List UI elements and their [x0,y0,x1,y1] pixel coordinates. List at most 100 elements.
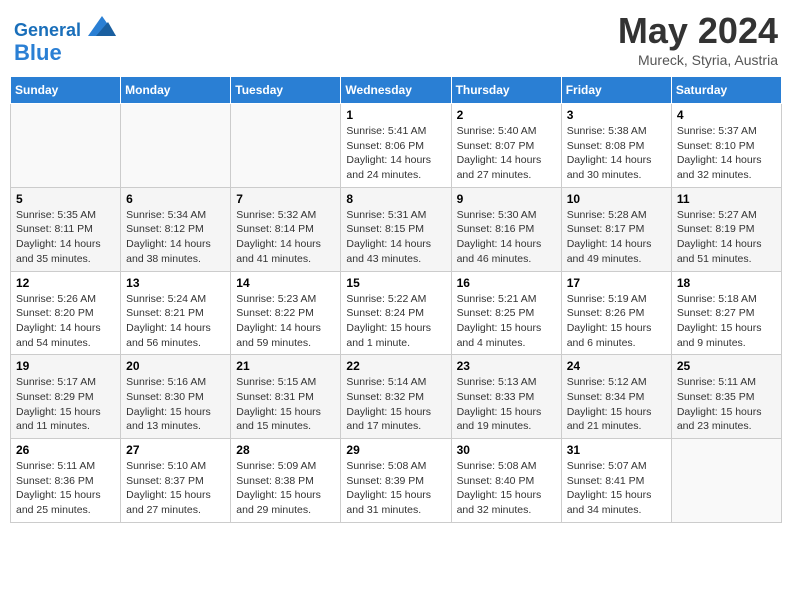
calendar-cell: 20Sunrise: 5:16 AM Sunset: 8:30 PM Dayli… [121,355,231,439]
calendar-cell: 17 Sunrise: 5:19 AM Sunset: 8:26 PM Dayli… [561,271,671,355]
day-number: 28 [236,443,335,457]
header: General Blue May 2024 Mureck, Styria, Au… [10,10,782,68]
calendar-subtitle: Mureck, Styria, Austria [618,52,778,68]
day-number: 26 [16,443,115,457]
calendar-cell: 6Sunrise: 5:34 AM Sunset: 8:12 PM Daylig… [121,187,231,271]
day-number: 23 [457,359,556,373]
day-info: Sunrise: 5:11 AM Sunset: 8:36 PM Dayligh… [16,459,115,518]
calendar-cell: 28 Sunrise: 5:09 AM Sunset: 8:38 PM Dayli… [231,439,341,523]
calendar-cell: 16 Sunrise: 5:21 AM Sunset: 8:25 PM Dayli… [451,271,561,355]
calendar-cell: 27 Sunrise: 5:10 AM Sunset: 8:37 PM Dayli… [121,439,231,523]
calendar-cell: 3Sunrise: 5:38 AM Sunset: 8:08 PM Daylig… [561,104,671,188]
day-number: 16 [457,276,556,290]
day-number: 2 [457,108,556,122]
day-number: 11 [677,192,776,206]
calendar-cell: 7Sunrise: 5:32 AM Sunset: 8:14 PM Daylig… [231,187,341,271]
day-info: Sunrise: 5:15 AM Sunset: 8:31 PM Dayligh… [236,375,335,434]
day-info: Sunrise: 5:09 AM Sunset: 8:38 PM Dayligh… [236,459,335,518]
day-number: 5 [16,192,115,206]
calendar-cell: 4 Sunrise: 5:37 AM Sunset: 8:10 PM Daylig… [671,104,781,188]
calendar-cell [231,104,341,188]
calendar-cell: 2 Sunrise: 5:40 AM Sunset: 8:07 PM Daylig… [451,104,561,188]
title-area: May 2024 Mureck, Styria, Austria [618,10,778,68]
day-info: Sunrise: 5:08 AM Sunset: 8:39 PM Dayligh… [346,459,445,518]
day-number: 17 [567,276,666,290]
calendar-cell: 19 Sunrise: 5:17 AM Sunset: 8:29 PM Dayli… [11,355,121,439]
day-number: 18 [677,276,776,290]
calendar-cell: 23 Sunrise: 5:13 AM Sunset: 8:33 PM Dayli… [451,355,561,439]
day-number: 29 [346,443,445,457]
day-header-monday: Monday [121,77,231,104]
day-number: 1 [346,108,445,122]
day-number: 9 [457,192,556,206]
day-info: Sunrise: 5:37 AM Sunset: 8:10 PM Dayligh… [677,124,776,183]
calendar-cell: 30 Sunrise: 5:08 AM Sunset: 8:40 PM Dayli… [451,439,561,523]
day-number: 6 [126,192,225,206]
day-number: 22 [346,359,445,373]
day-info: Sunrise: 5:07 AM Sunset: 8:41 PM Dayligh… [567,459,666,518]
calendar-cell: 21Sunrise: 5:15 AM Sunset: 8:31 PM Dayli… [231,355,341,439]
week-row-4: 19 Sunrise: 5:17 AM Sunset: 8:29 PM Dayli… [11,355,782,439]
day-info: Sunrise: 5:38 AM Sunset: 8:08 PM Dayligh… [567,124,666,183]
day-header-thursday: Thursday [451,77,561,104]
calendar-cell: 24 Sunrise: 5:12 AM Sunset: 8:34 PM Dayli… [561,355,671,439]
day-number: 13 [126,276,225,290]
logo-blue-text: Blue [14,41,116,65]
day-header-wednesday: Wednesday [341,77,451,104]
calendar-cell [121,104,231,188]
logo-text: General [14,16,116,41]
day-header-friday: Friday [561,77,671,104]
day-number: 25 [677,359,776,373]
day-number: 27 [126,443,225,457]
calendar-cell: 12Sunrise: 5:26 AM Sunset: 8:20 PM Dayli… [11,271,121,355]
day-info: Sunrise: 5:12 AM Sunset: 8:34 PM Dayligh… [567,375,666,434]
day-info: Sunrise: 5:21 AM Sunset: 8:25 PM Dayligh… [457,292,556,351]
day-info: Sunrise: 5:17 AM Sunset: 8:29 PM Dayligh… [16,375,115,434]
day-info: Sunrise: 5:11 AM Sunset: 8:35 PM Dayligh… [677,375,776,434]
calendar-cell: 15 Sunrise: 5:22 AM Sunset: 8:24 PM Dayli… [341,271,451,355]
day-number: 30 [457,443,556,457]
week-row-1: 1Sunrise: 5:41 AM Sunset: 8:06 PM Daylig… [11,104,782,188]
calendar-cell: 29 Sunrise: 5:08 AM Sunset: 8:39 PM Dayli… [341,439,451,523]
day-info: Sunrise: 5:22 AM Sunset: 8:24 PM Dayligh… [346,292,445,351]
calendar-cell: 1Sunrise: 5:41 AM Sunset: 8:06 PM Daylig… [341,104,451,188]
day-info: Sunrise: 5:13 AM Sunset: 8:33 PM Dayligh… [457,375,556,434]
day-info: Sunrise: 5:10 AM Sunset: 8:37 PM Dayligh… [126,459,225,518]
day-header-tuesday: Tuesday [231,77,341,104]
logo: General Blue [14,16,116,65]
day-info: Sunrise: 5:27 AM Sunset: 8:19 PM Dayligh… [677,208,776,267]
calendar-cell: 13 Sunrise: 5:24 AM Sunset: 8:21 PM Dayli… [121,271,231,355]
day-number: 12 [16,276,115,290]
calendar-cell [671,439,781,523]
day-number: 14 [236,276,335,290]
day-info: Sunrise: 5:14 AM Sunset: 8:32 PM Dayligh… [346,375,445,434]
day-info: Sunrise: 5:08 AM Sunset: 8:40 PM Dayligh… [457,459,556,518]
day-info: Sunrise: 5:18 AM Sunset: 8:27 PM Dayligh… [677,292,776,351]
logo-icon [88,16,116,36]
day-info: Sunrise: 5:19 AM Sunset: 8:26 PM Dayligh… [567,292,666,351]
day-info: Sunrise: 5:31 AM Sunset: 8:15 PM Dayligh… [346,208,445,267]
day-number: 4 [677,108,776,122]
day-info: Sunrise: 5:40 AM Sunset: 8:07 PM Dayligh… [457,124,556,183]
calendar-title: May 2024 [618,10,778,52]
week-row-5: 26 Sunrise: 5:11 AM Sunset: 8:36 PM Dayli… [11,439,782,523]
day-info: Sunrise: 5:16 AM Sunset: 8:30 PM Dayligh… [126,375,225,434]
week-row-2: 5Sunrise: 5:35 AM Sunset: 8:11 PM Daylig… [11,187,782,271]
calendar-cell: 11 Sunrise: 5:27 AM Sunset: 8:19 PM Dayli… [671,187,781,271]
calendar-cell: 14 Sunrise: 5:23 AM Sunset: 8:22 PM Dayli… [231,271,341,355]
day-info: Sunrise: 5:30 AM Sunset: 8:16 PM Dayligh… [457,208,556,267]
day-number: 15 [346,276,445,290]
day-info: Sunrise: 5:24 AM Sunset: 8:21 PM Dayligh… [126,292,225,351]
calendar-cell: 18 Sunrise: 5:18 AM Sunset: 8:27 PM Dayli… [671,271,781,355]
day-number: 24 [567,359,666,373]
day-number: 8 [346,192,445,206]
day-info: Sunrise: 5:23 AM Sunset: 8:22 PM Dayligh… [236,292,335,351]
days-header-row: SundayMondayTuesdayWednesdayThursdayFrid… [11,77,782,104]
day-number: 31 [567,443,666,457]
day-number: 19 [16,359,115,373]
calendar-cell: 31 Sunrise: 5:07 AM Sunset: 8:41 PM Dayli… [561,439,671,523]
calendar-cell: 26 Sunrise: 5:11 AM Sunset: 8:36 PM Dayli… [11,439,121,523]
calendar-cell: 9 Sunrise: 5:30 AM Sunset: 8:16 PM Daylig… [451,187,561,271]
calendar-cell [11,104,121,188]
day-info: Sunrise: 5:28 AM Sunset: 8:17 PM Dayligh… [567,208,666,267]
